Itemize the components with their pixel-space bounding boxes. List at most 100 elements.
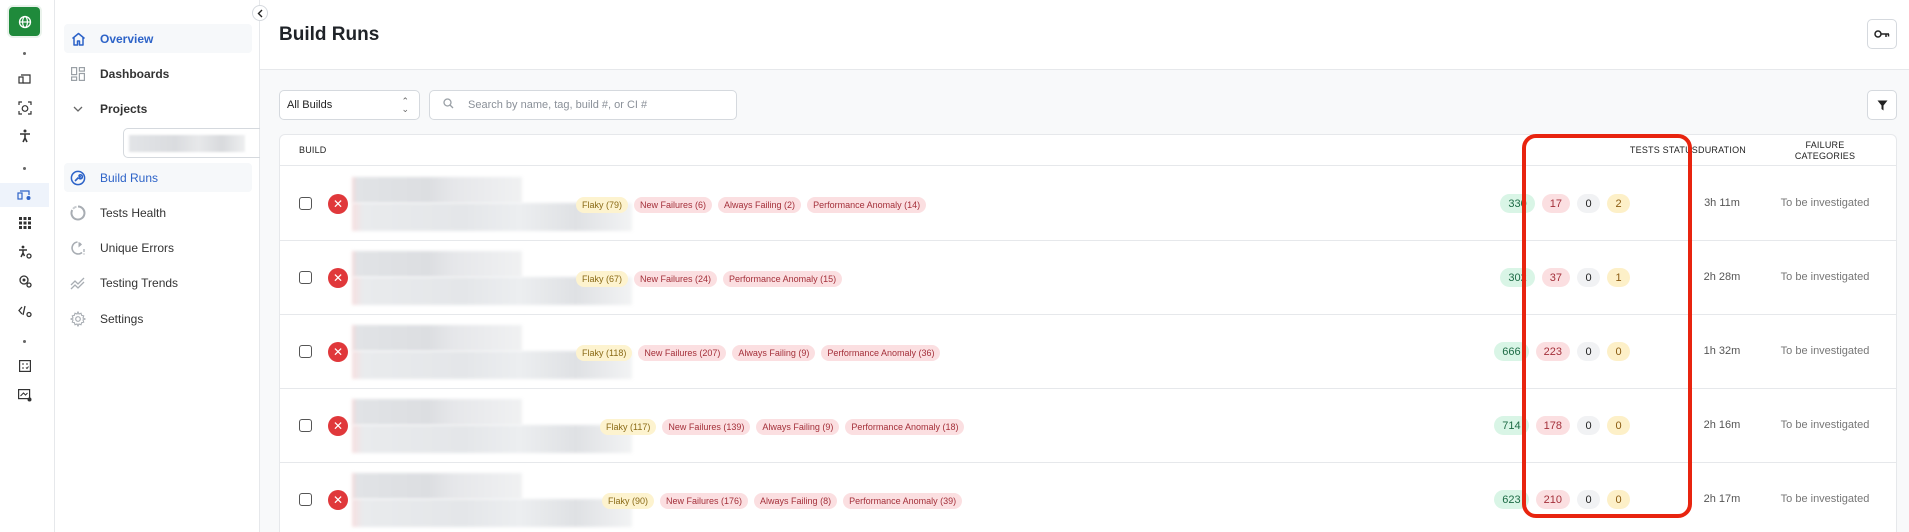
- build-tags: Flaky (67) New Failures (24) Performance A…: [576, 271, 843, 287]
- tag-badge[interactable]: Performance Anomaly (39): [843, 493, 963, 509]
- row-checkbox[interactable]: [299, 345, 312, 358]
- test-cases-icon[interactable]: [0, 354, 49, 378]
- nav-label: Overview: [100, 31, 154, 46]
- table-row[interactable]: ✕ Flaky (90) New Failures (176) Always Fail…: [280, 463, 1896, 532]
- duration: 1h 32m: [1703, 345, 1741, 357]
- row-checkbox[interactable]: [299, 493, 312, 506]
- tag-badge[interactable]: New Failures (24): [634, 271, 718, 287]
- separator-dot: [23, 52, 26, 55]
- other-count[interactable]: 2: [1607, 194, 1630, 213]
- accessibility-gear-icon[interactable]: [0, 240, 49, 264]
- nav-item-overview[interactable]: Overview: [64, 24, 252, 53]
- tag-badge[interactable]: Always Failing (8): [754, 493, 838, 509]
- skipped-count[interactable]: 0: [1577, 194, 1600, 213]
- nav-item-testing-trends[interactable]: Testing Trends: [64, 268, 252, 297]
- nav-item-projects[interactable]: Projects: [64, 94, 252, 123]
- other-count[interactable]: 0: [1607, 342, 1630, 361]
- build-tags: Flaky (118) New Failures (207) Always Fail…: [576, 345, 941, 361]
- reports-gear-icon[interactable]: [0, 383, 49, 407]
- other-count[interactable]: 1: [1607, 268, 1630, 287]
- nav-label: Dashboards: [100, 66, 170, 81]
- skipped-count[interactable]: 0: [1577, 342, 1600, 361]
- nav-sidebar: Overview Dashboards Projects ⌃⌄ Build Ru…: [55, 0, 301, 532]
- nav-item-settings[interactable]: Settings: [64, 304, 252, 333]
- circle-progress-icon: [69, 204, 87, 222]
- tag-badge[interactable]: New Failures (207): [638, 345, 727, 361]
- visual-gear-icon[interactable]: [0, 269, 49, 293]
- passed-count[interactable]: 714: [1494, 416, 1529, 435]
- failed-count[interactable]: 210: [1535, 490, 1570, 509]
- filter-button[interactable]: [1867, 90, 1897, 120]
- failure-category[interactable]: To be investigated: [1767, 493, 1883, 505]
- api-key-button[interactable]: [1867, 19, 1897, 49]
- tag-badge[interactable]: Flaky (79): [576, 197, 629, 213]
- passed-count[interactable]: 302: [1500, 268, 1535, 287]
- failed-status-icon: ✕: [328, 416, 348, 436]
- tag-badge[interactable]: New Failures (139): [662, 419, 751, 435]
- tests-status: 302 37 0 1: [1500, 268, 1630, 287]
- tag-badge[interactable]: Always Failing (9): [756, 419, 840, 435]
- search-input[interactable]: [468, 99, 728, 111]
- tag-badge[interactable]: Always Failing (9): [732, 345, 816, 361]
- nav-item-dashboards[interactable]: Dashboards: [64, 59, 252, 88]
- failure-category[interactable]: To be investigated: [1767, 271, 1883, 283]
- builds-filter-value: All Builds: [287, 99, 333, 111]
- table-row[interactable]: ✕ Flaky (67) New Failures (24) Performance …: [280, 241, 1896, 315]
- tag-badge[interactable]: Flaky (118): [576, 345, 633, 361]
- nav-label: Unique Errors: [100, 240, 175, 255]
- tag-badge[interactable]: Performance Anomaly (14): [807, 197, 927, 213]
- scan-face-icon[interactable]: [0, 96, 49, 120]
- search-box[interactable]: [429, 90, 737, 120]
- skipped-count[interactable]: 0: [1577, 268, 1600, 287]
- tag-badge[interactable]: New Failures (176): [660, 493, 749, 509]
- nav-item-tests-health[interactable]: Tests Health: [64, 198, 252, 227]
- code-gear-icon[interactable]: [0, 299, 49, 323]
- home-icon: [69, 30, 87, 48]
- table-row[interactable]: ✕ Flaky (118) New Failures (207) Always Fai…: [280, 315, 1896, 389]
- tag-badge[interactable]: New Failures (6): [634, 197, 713, 213]
- tag-badge[interactable]: Performance Anomaly (18): [845, 419, 965, 435]
- tag-badge[interactable]: Performance Anomaly (15): [723, 271, 843, 287]
- tag-badge[interactable]: Flaky (117): [600, 419, 657, 435]
- globe-icon[interactable]: [9, 7, 40, 36]
- device-icon[interactable]: [0, 67, 49, 91]
- builds-filter-select[interactable]: All Builds ⌃ ⌄: [279, 90, 420, 120]
- table-row[interactable]: ✕ Flaky (117) New Failures (139) Always Fai…: [280, 389, 1896, 463]
- failed-count[interactable]: 178: [1535, 416, 1570, 435]
- other-count[interactable]: 0: [1607, 416, 1630, 435]
- table-row[interactable]: ✕ Flaky (79) New Failures (6) Always Failin…: [280, 167, 1896, 241]
- failure-category[interactable]: To be investigated: [1767, 419, 1883, 431]
- failed-count[interactable]: 223: [1535, 342, 1570, 361]
- passed-count[interactable]: 623: [1494, 490, 1529, 509]
- icon-rail: [0, 0, 55, 532]
- nav-item-build-runs[interactable]: Build Runs: [64, 163, 252, 192]
- tests-status: 714 178 0 0: [1494, 416, 1630, 435]
- row-checkbox[interactable]: [299, 419, 312, 432]
- other-count[interactable]: 0: [1607, 490, 1630, 509]
- grid-icon[interactable]: [0, 211, 49, 235]
- collapse-sidebar-button[interactable]: [252, 5, 268, 21]
- page-body: All Builds ⌃⌄ BUILD TESTS STATUS DURATIO…: [260, 70, 1909, 532]
- tag-badge[interactable]: Performance Anomaly (36): [821, 345, 941, 361]
- devices-gear-icon[interactable]: [0, 183, 49, 207]
- failure-category[interactable]: To be investigated: [1767, 197, 1883, 209]
- failed-status-icon: ✕: [328, 194, 348, 214]
- passed-count[interactable]: 666: [1494, 342, 1529, 361]
- row-checkbox[interactable]: [299, 271, 312, 284]
- failed-count[interactable]: 17: [1541, 194, 1570, 213]
- filter-icon: [1877, 100, 1887, 110]
- dashboard-icon: [69, 65, 87, 83]
- passed-count[interactable]: 330: [1500, 194, 1535, 213]
- row-checkbox[interactable]: [299, 197, 312, 210]
- skipped-count[interactable]: 0: [1577, 490, 1600, 509]
- nav-item-unique-errors[interactable]: Unique Errors: [64, 233, 252, 262]
- duration: 2h 28m: [1703, 271, 1741, 283]
- skipped-count[interactable]: 0: [1577, 416, 1600, 435]
- tests-status: 623 210 0 0: [1494, 490, 1630, 509]
- tag-badge[interactable]: Flaky (67): [576, 271, 629, 287]
- tag-badge[interactable]: Flaky (90): [602, 493, 655, 509]
- failed-count[interactable]: 37: [1541, 268, 1570, 287]
- accessibility-icon[interactable]: [0, 124, 49, 148]
- tag-badge[interactable]: Always Failing (2): [718, 197, 802, 213]
- failure-category[interactable]: To be investigated: [1767, 345, 1883, 357]
